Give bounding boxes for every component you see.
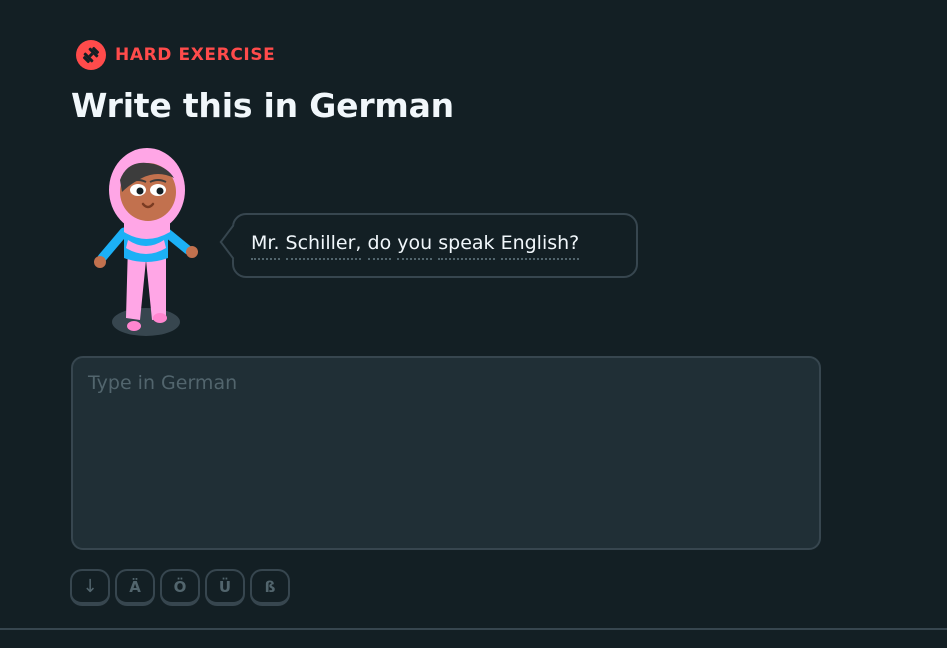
prompt-word[interactable]: do bbox=[367, 232, 392, 260]
key-u-umlaut[interactable]: Ü bbox=[205, 569, 245, 606]
special-character-keys: ↓ Ä Ö Ü ß bbox=[70, 569, 290, 606]
collapse-keys-button[interactable]: ↓ bbox=[70, 569, 110, 606]
footer-divider bbox=[0, 628, 947, 630]
prompt-sentence: Mr. Schiller, do you speak English? bbox=[251, 232, 580, 260]
speech-bubble: Mr. Schiller, do you speak English? bbox=[219, 213, 638, 278]
answer-input[interactable] bbox=[71, 356, 821, 550]
key-a-umlaut[interactable]: Ä bbox=[115, 569, 155, 606]
key-eszett[interactable]: ß bbox=[250, 569, 290, 606]
exercise-badge: HARD EXERCISE bbox=[76, 40, 275, 70]
prompt-word[interactable]: you bbox=[397, 232, 433, 260]
key-o-umlaut[interactable]: Ö bbox=[160, 569, 200, 606]
prompt-word[interactable]: speak bbox=[438, 232, 495, 260]
prompt-word[interactable]: English? bbox=[500, 232, 580, 260]
hijab-girl-character bbox=[94, 148, 198, 336]
exercise-page: HARD EXERCISE Write this in German Mr. S… bbox=[0, 0, 947, 648]
prompt-word[interactable]: Schiller, bbox=[285, 232, 362, 260]
badge-label: HARD EXERCISE bbox=[115, 45, 276, 65]
speech-bubble-tail bbox=[219, 224, 247, 260]
page-title: Write this in German bbox=[71, 86, 454, 125]
dumbbell-icon bbox=[76, 40, 106, 70]
prompt-word[interactable]: Mr. bbox=[251, 232, 280, 260]
